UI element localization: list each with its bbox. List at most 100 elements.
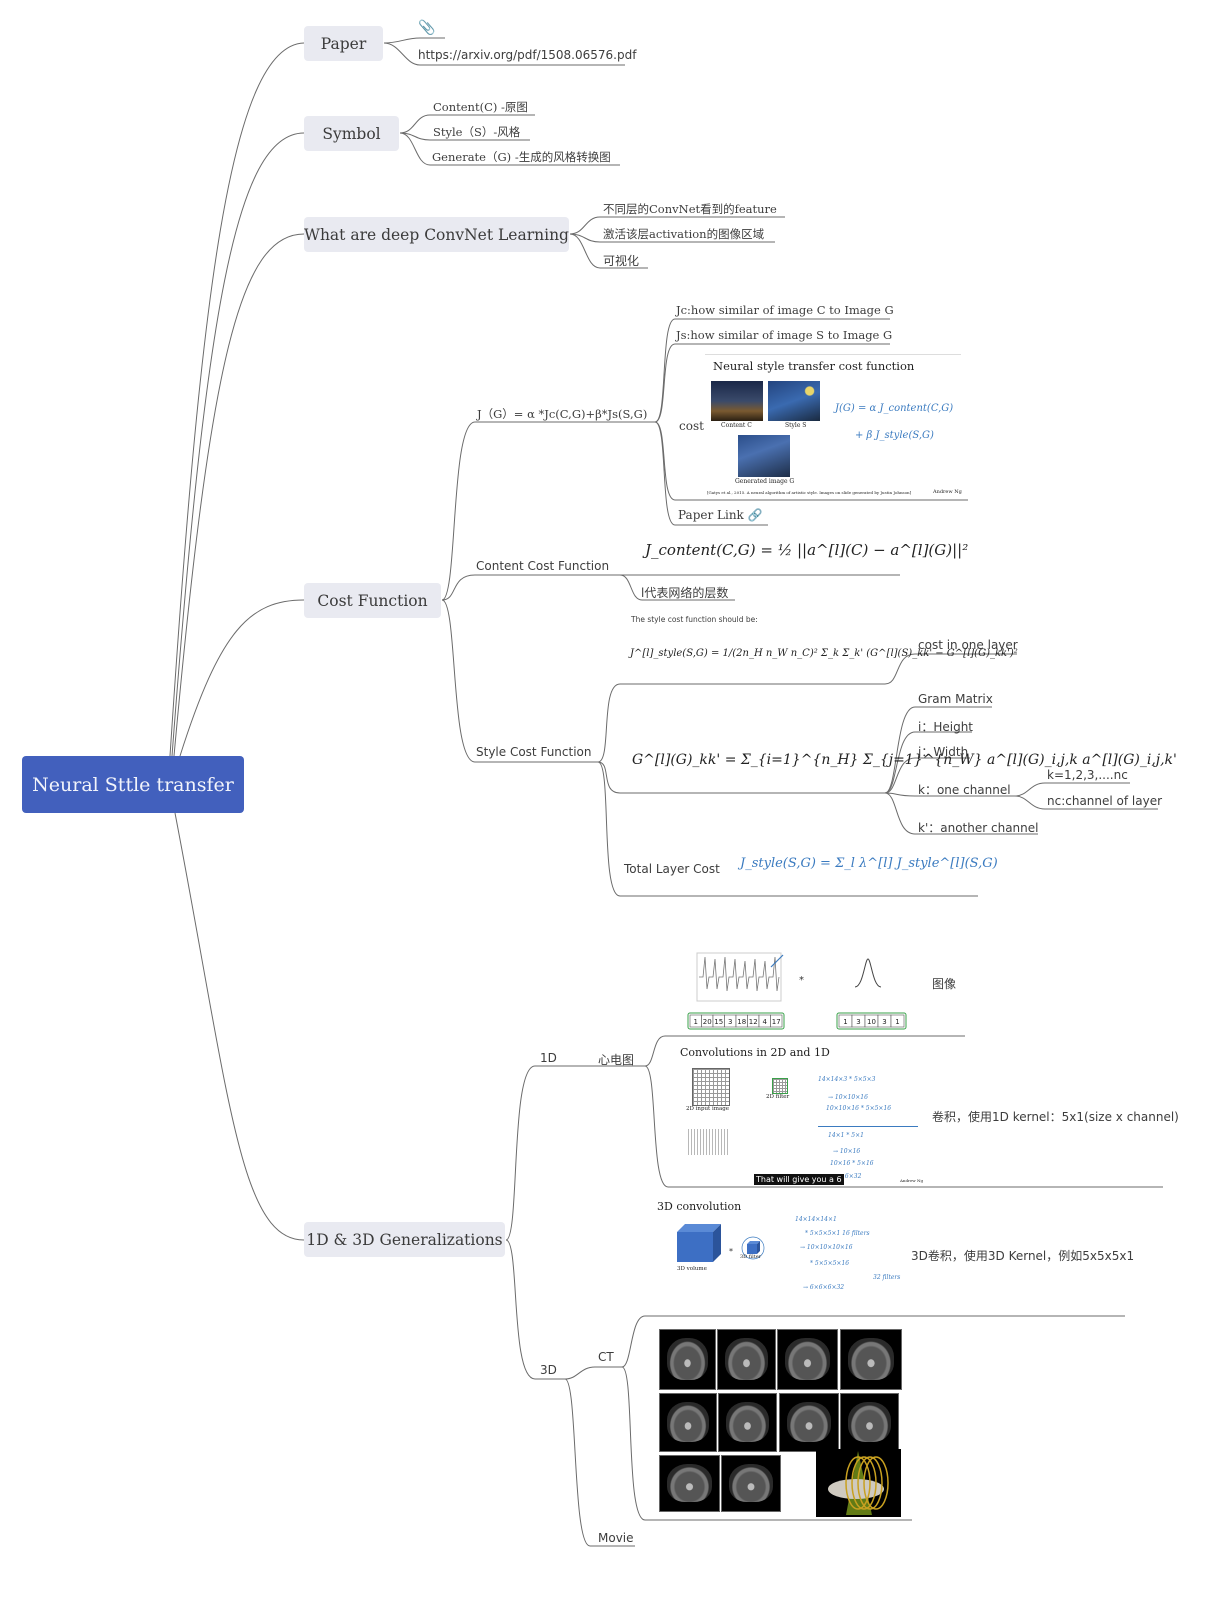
signal-cell-value: 10 (867, 1018, 876, 1026)
content-image (711, 381, 763, 421)
cost-node-label[interactable]: cost (679, 419, 704, 433)
k-item[interactable]: k=1,2,3,....nc (1047, 768, 1128, 782)
handwriting-beta: + β J_style(S,G) (855, 430, 934, 441)
2d-filter-grid (772, 1078, 788, 1094)
paper-link-label: Paper Link (678, 508, 744, 522)
gram-item[interactable]: Gram Matrix (918, 692, 993, 706)
topic-symbol[interactable]: Symbol (304, 116, 399, 151)
signal-cell-value: 4 (763, 1018, 768, 1026)
ecg-node[interactable]: 心电图 (598, 1051, 634, 1068)
ecg-image: * 1 20 15 3 18 12 4 17 1 3 10 3 1 图像 (685, 945, 965, 1033)
paperclip-icon[interactable]: 📎 (418, 20, 435, 36)
hand-line: * 5×5×5×16 (810, 1260, 850, 1267)
hand-line: → 6×6×6×32 (803, 1284, 845, 1291)
conv-slide-author: Andrew Ng (900, 1178, 924, 1183)
signal-cell-value: 20 (703, 1018, 712, 1026)
ct-slice (779, 1393, 839, 1452)
3d-filter-caption: 3D filter (740, 1254, 762, 1260)
ct-slice (717, 1329, 776, 1390)
ct-slice (840, 1393, 899, 1452)
hand-line: 32 filters (873, 1274, 901, 1281)
hand-line: 10×16 * 5×16 (830, 1160, 874, 1167)
ecg-signal-plot: * 1 20 15 3 18 12 4 17 1 3 10 3 1 (687, 952, 907, 1030)
layer-note[interactable]: l代表网络的层数 (641, 584, 728, 601)
js-node[interactable]: Js:how similar of image S to Image G (676, 328, 892, 342)
total-layer-cost-node[interactable]: Total Layer Cost (624, 862, 720, 876)
topic-symbol-label: Symbol (322, 124, 381, 143)
convnet-item[interactable]: 激活该层activation的图像区域 (603, 226, 764, 242)
conv-3d-slide: 3D convolution * 3D volume 3D filter 14×… (655, 1198, 910, 1298)
topic-generalizations[interactable]: 1D & 3D Generalizations (304, 1222, 505, 1257)
conv-slide-title: Convolutions in 2D and 1D (680, 1046, 830, 1059)
link-icon: 🔗 (747, 508, 763, 522)
hand-line: 14×14×3 * 5×5×3 (818, 1076, 876, 1083)
style-cost-node[interactable]: Style Cost Function (476, 745, 592, 759)
hand-line: 14×1 * 5×1 (828, 1132, 864, 1139)
gram-item[interactable]: k'：another channel (918, 819, 1038, 836)
topic-cost-label: Cost Function (317, 591, 428, 610)
signal-cell-value: 17 (772, 1018, 781, 1026)
convnet-item[interactable]: 不同层的ConvNet看到的feature (603, 201, 777, 217)
topic-cost-function[interactable]: Cost Function (304, 583, 441, 618)
topic-paper-label: Paper (320, 34, 367, 53)
image-label: 图像 (932, 977, 957, 991)
generated-caption: Generated image G (735, 478, 795, 485)
hand-line: 10×10×16 * 5×5×16 (826, 1105, 892, 1112)
movie-node[interactable]: Movie (598, 1531, 634, 1545)
signal-cell-value: 1 (895, 1018, 899, 1026)
symbol-item[interactable]: Style（S）-风格 (433, 124, 520, 140)
root-label: Neural Sttle transfer (32, 773, 234, 796)
video-subtitle: That will give you a 6 (754, 1174, 844, 1185)
k-item[interactable]: nc:channel of layer (1047, 794, 1162, 808)
hand-line: 14×14×14×1 (795, 1216, 837, 1223)
topic-paper[interactable]: Paper (304, 26, 383, 61)
content-cost-formula: J_content(C,G) = ½ ||a^[l](C) − a^[l](G)… (645, 541, 969, 559)
3d-node[interactable]: 3D (540, 1363, 557, 1377)
handwriting-jg: J(G) = α J_content(C,G) (835, 403, 954, 414)
gram-item[interactable]: i：Height (918, 718, 973, 735)
gram-item[interactable]: k：one channel (918, 781, 1011, 798)
ct-slice (659, 1329, 716, 1390)
ct-slice (777, 1329, 838, 1390)
convnet-item[interactable]: 可视化 (603, 252, 639, 269)
signal-cell-value: 1 (694, 1018, 698, 1026)
gram-item[interactable]: j：Width (918, 743, 968, 760)
ct-scanner-render (816, 1449, 901, 1517)
cost-one-layer-node[interactable]: cost in one layer (918, 638, 1018, 652)
conv-2d-1d-slide: Convolutions in 2D and 1D 2D input image… (678, 1044, 928, 1186)
topic-gen-label: 1D & 3D Generalizations (306, 1230, 503, 1249)
hand-divider (818, 1126, 918, 1127)
3d-kernel-desc[interactable]: 3D卷积，使用3D Kernel，例如5x5x5x1 (911, 1247, 1134, 1264)
signal-cell-value: 3 (882, 1018, 886, 1026)
style-image (768, 381, 820, 421)
total-cost-formula: J_style(S,G) = Σ_l λ^[l] J_style^[l](S,G… (740, 856, 998, 871)
topic-convnet[interactable]: What are deep ConvNet Learning (304, 217, 569, 252)
ct-node[interactable]: CT (598, 1350, 614, 1364)
gram-formula: G^[l](G)_kk' = Σ_{i=1}^{n_H} Σ_{j=1}^{n_… (632, 752, 1177, 768)
signal-cell-value: 12 (749, 1018, 758, 1026)
jg-formula-node[interactable]: J（G）= α *Jc(C,G)+β*Js(S,G) (477, 406, 647, 422)
content-cost-node[interactable]: Content Cost Function (476, 559, 609, 573)
root-topic[interactable]: Neural Sttle transfer (22, 756, 244, 813)
content-caption: Content C (721, 422, 752, 429)
paper-link[interactable]: Paper Link 🔗 (678, 508, 763, 522)
3d-volume-cube: * (677, 1224, 765, 1262)
convolution-star: * (799, 975, 804, 986)
symbol-item[interactable]: Content(C) -原图 (433, 99, 528, 115)
jc-node[interactable]: Jc:how similar of image C to Image G (676, 303, 894, 317)
signal-cell-value: 3 (728, 1018, 732, 1026)
1d-kernel-desc[interactable]: 卷积，使用1D kernel：5x1(size x channel) (932, 1108, 1179, 1125)
signal-cell-value: 1 (843, 1018, 847, 1026)
1d-node[interactable]: 1D (540, 1051, 557, 1065)
small-ecg (688, 1129, 730, 1155)
hand-line: * 5×5×5×1 16 filters (805, 1230, 870, 1237)
hand-line: → 10×16 (833, 1148, 861, 1155)
2d-input-grid (692, 1068, 730, 1106)
paper-url-link[interactable]: https://arxiv.org/pdf/1508.06576.pdf (418, 48, 636, 62)
slide-citation: [Gatys et al., 2015. A neural algorithm … (707, 490, 912, 495)
signal-cell-value: 3 (856, 1018, 860, 1026)
symbol-item[interactable]: Generate（G) -生成的风格转换图 (432, 149, 611, 165)
svg-text:*: * (729, 1247, 733, 1256)
generated-image (738, 435, 790, 477)
hand-line: → 10×10×10×16 (800, 1244, 853, 1251)
